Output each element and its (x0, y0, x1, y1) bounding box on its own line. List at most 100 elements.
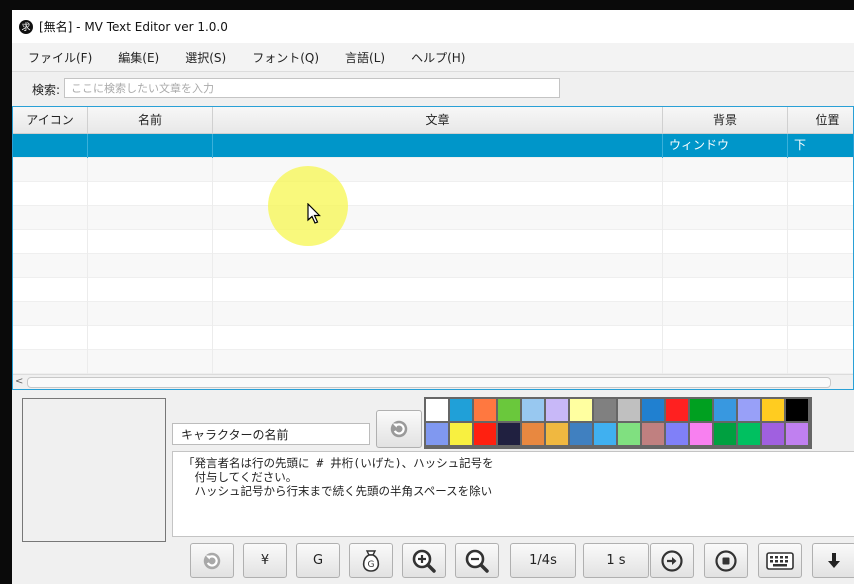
undo-icon (203, 552, 221, 569)
arrow-down-icon (828, 552, 840, 568)
color-swatch[interactable] (450, 399, 472, 421)
color-swatch[interactable] (714, 423, 736, 445)
table-cell (13, 158, 88, 182)
table-row[interactable] (13, 182, 853, 206)
search-input[interactable] (64, 78, 560, 98)
color-swatch[interactable] (426, 399, 448, 421)
color-swatch[interactable] (474, 423, 496, 445)
table-row[interactable] (13, 278, 853, 302)
color-swatch[interactable] (450, 423, 472, 445)
color-swatch[interactable] (690, 423, 712, 445)
column-header-text[interactable]: 文章 (213, 107, 663, 133)
table-cell (663, 158, 788, 182)
menu-edit[interactable]: 編集(E) (118, 49, 159, 66)
undo-icon (390, 420, 408, 438)
money-bag-button[interactable]: G (349, 543, 393, 578)
color-swatch[interactable] (738, 423, 760, 445)
color-swatch[interactable] (498, 423, 520, 445)
color-swatch[interactable] (786, 399, 808, 421)
table-row[interactable] (13, 206, 853, 230)
stop-button[interactable] (704, 543, 748, 578)
down-arrow-button[interactable] (812, 543, 854, 578)
color-swatch[interactable] (474, 399, 496, 421)
color-swatch[interactable] (786, 423, 808, 445)
name-reset-button[interactable] (376, 410, 422, 448)
color-swatch[interactable] (738, 399, 760, 421)
window-title: [無名] - MV Text Editor ver 1.0.0 (39, 20, 228, 34)
table-cell (788, 182, 853, 206)
table-row[interactable]: ウィンドウ 下 (13, 134, 853, 158)
table-cell (13, 350, 88, 374)
menu-select[interactable]: 選択(S) (185, 49, 226, 66)
zoom-in-button[interactable] (402, 543, 446, 578)
quarter-second-wait-button[interactable]: 1/4s (510, 543, 576, 578)
zoom-out-button[interactable] (455, 543, 499, 578)
column-header-name[interactable]: 名前 (88, 107, 213, 133)
table-cell (213, 350, 663, 374)
scrollbar-thumb[interactable] (27, 377, 831, 388)
color-swatch[interactable] (690, 399, 712, 421)
color-swatch[interactable] (762, 399, 784, 421)
column-header-position[interactable]: 位置 (788, 107, 853, 133)
color-swatch[interactable] (546, 399, 568, 421)
color-swatch[interactable] (546, 423, 568, 445)
color-swatch[interactable] (714, 399, 736, 421)
one-second-wait-button[interactable]: 1 s (583, 543, 649, 578)
horizontal-scrollbar[interactable]: < (13, 374, 853, 389)
menu-language[interactable]: 言語(L) (345, 49, 385, 66)
table-cell (213, 254, 663, 278)
table-cell (213, 326, 663, 350)
color-swatch[interactable] (618, 423, 640, 445)
table-cell (13, 206, 88, 230)
scroll-left-icon[interactable]: < (15, 375, 23, 389)
character-name-input[interactable] (172, 423, 370, 445)
color-swatch[interactable] (594, 423, 616, 445)
color-swatch[interactable] (570, 399, 592, 421)
table-cell (88, 254, 213, 278)
gold-button[interactable]: G (296, 543, 340, 578)
color-swatch[interactable] (570, 423, 592, 445)
menu-help[interactable]: ヘルプ(H) (411, 49, 465, 66)
color-swatch[interactable] (594, 399, 616, 421)
table-cell (663, 230, 788, 254)
color-swatch[interactable] (666, 423, 688, 445)
color-swatch[interactable] (618, 399, 640, 421)
arrow-right-circle-icon (661, 549, 683, 572)
menu-file[interactable]: ファイル(F) (28, 49, 92, 66)
table-row[interactable] (13, 158, 853, 182)
column-header-background[interactable]: 背景 (663, 107, 788, 133)
yen-button[interactable]: ¥ (243, 543, 287, 578)
color-swatch[interactable] (762, 423, 784, 445)
arrow-right-button[interactable] (650, 543, 694, 578)
table-cell (213, 302, 663, 326)
color-swatch[interactable] (522, 423, 544, 445)
stop-circle-icon (715, 549, 737, 572)
table-cell (788, 158, 853, 182)
table-row[interactable] (13, 302, 853, 326)
message-textarea[interactable] (172, 451, 854, 537)
color-swatch[interactable] (426, 423, 448, 445)
table-row[interactable] (13, 254, 853, 278)
column-header-icon[interactable]: アイコン (13, 107, 88, 133)
color-swatch[interactable] (498, 399, 520, 421)
table-row[interactable] (13, 230, 853, 254)
table-row[interactable] (13, 326, 853, 350)
color-swatch[interactable] (522, 399, 544, 421)
table-cell (88, 206, 213, 230)
table-cell (663, 302, 788, 326)
cell-name (88, 134, 213, 158)
table-cell (663, 182, 788, 206)
menu-font[interactable]: フォント(Q) (252, 49, 319, 66)
color-swatch[interactable] (642, 399, 664, 421)
face-image-box[interactable] (22, 398, 166, 542)
keyboard-button[interactable] (758, 543, 802, 578)
table-cell (13, 254, 88, 278)
color-swatch[interactable] (666, 399, 688, 421)
table-row[interactable] (13, 350, 853, 374)
keyboard-icon (766, 551, 794, 570)
cell-text (213, 134, 663, 158)
money-bag-icon: G (362, 549, 380, 572)
color-swatch[interactable] (642, 423, 664, 445)
undo-button[interactable] (190, 543, 234, 578)
table-cell (788, 302, 853, 326)
